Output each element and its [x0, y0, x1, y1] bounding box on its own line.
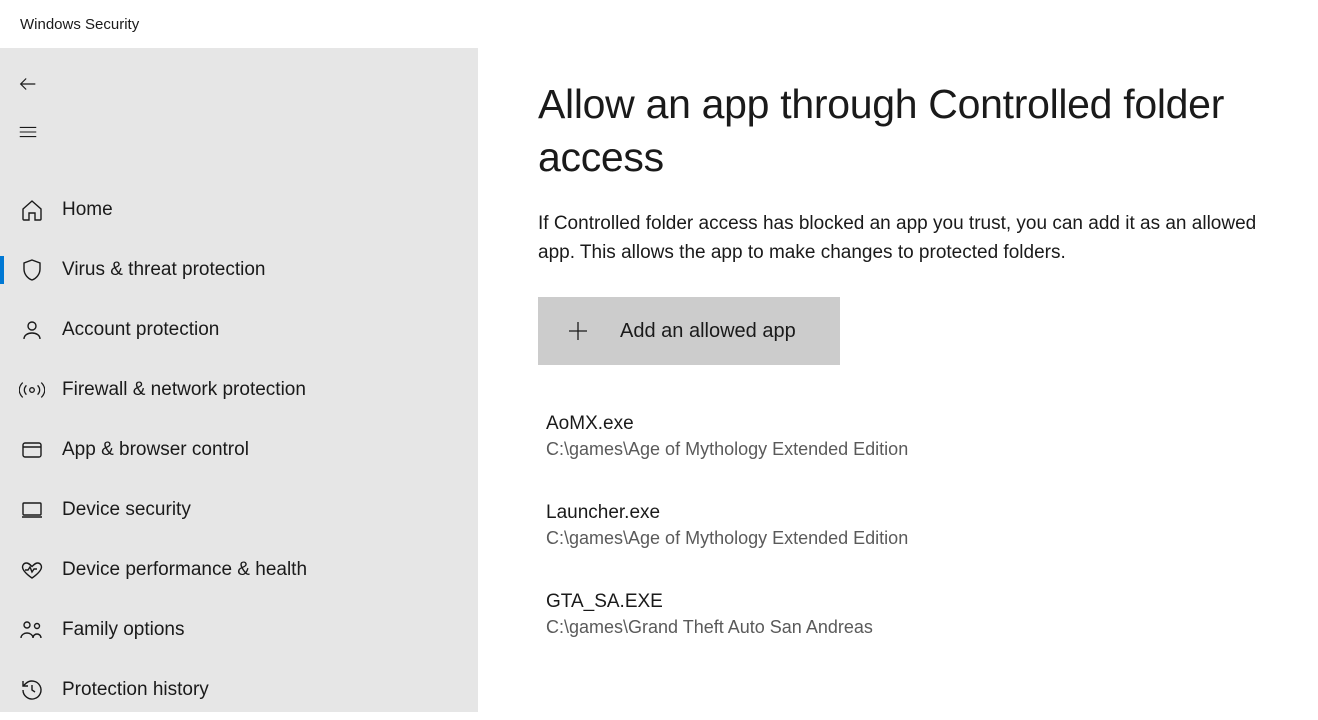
sidebar-item-label: Device performance & health	[62, 559, 307, 581]
main-content: Allow an app through Controlled folder a…	[478, 48, 1318, 712]
page-title: Allow an app through Controlled folder a…	[538, 78, 1270, 185]
app-path-label: C:\games\Grand Theft Auto San Andreas	[546, 617, 1270, 638]
add-allowed-app-button[interactable]: Add an allowed app	[538, 297, 840, 365]
heart-icon	[18, 556, 46, 584]
app-name-label: Launcher.exe	[546, 502, 1270, 524]
app-name-label: GTA_SA.EXE	[546, 591, 1270, 613]
sidebar-item-label: Protection history	[62, 679, 209, 701]
browser-icon	[18, 436, 46, 464]
back-button[interactable]	[4, 60, 52, 108]
hamburger-icon	[17, 121, 39, 143]
nav-list: Home Virus & threat protection Account p…	[0, 180, 478, 720]
app-path-label: C:\games\Age of Mythology Extended Editi…	[546, 439, 1270, 460]
list-item[interactable]: GTA_SA.EXE C:\games\Grand Theft Auto San…	[538, 591, 1270, 638]
shield-icon	[18, 256, 46, 284]
sidebar-item-virus-threat[interactable]: Virus & threat protection	[0, 240, 478, 300]
sidebar-item-performance[interactable]: Device performance & health	[0, 540, 478, 600]
sidebar-item-label: App & browser control	[62, 439, 249, 461]
titlebar: Windows Security	[0, 0, 1318, 48]
history-icon	[18, 676, 46, 704]
add-button-label: Add an allowed app	[620, 320, 796, 343]
family-icon	[18, 616, 46, 644]
plus-icon	[566, 319, 590, 343]
hamburger-menu-button[interactable]	[4, 108, 52, 156]
list-item[interactable]: Launcher.exe C:\games\Age of Mythology E…	[538, 502, 1270, 549]
allowed-apps-list: AoMX.exe C:\games\Age of Mythology Exten…	[538, 413, 1270, 638]
sidebar-item-account[interactable]: Account protection	[0, 300, 478, 360]
sidebar-item-history[interactable]: Protection history	[0, 660, 478, 720]
sidebar-item-app-browser[interactable]: App & browser control	[0, 420, 478, 480]
sidebar: Home Virus & threat protection Account p…	[0, 48, 478, 712]
sidebar-item-label: Family options	[62, 619, 185, 641]
back-arrow-icon	[17, 73, 39, 95]
sidebar-item-label: Home	[62, 199, 113, 221]
app-name-label: AoMX.exe	[546, 413, 1270, 435]
account-icon	[18, 316, 46, 344]
app-path-label: C:\games\Age of Mythology Extended Editi…	[546, 528, 1270, 549]
sidebar-item-device-security[interactable]: Device security	[0, 480, 478, 540]
sidebar-item-label: Firewall & network protection	[62, 379, 306, 401]
network-icon	[18, 376, 46, 404]
device-icon	[18, 496, 46, 524]
sidebar-item-home[interactable]: Home	[0, 180, 478, 240]
app-name-label: Windows Security	[20, 16, 139, 33]
sidebar-item-label: Virus & threat protection	[62, 259, 265, 281]
page-description: If Controlled folder access has blocked …	[538, 209, 1270, 268]
sidebar-item-label: Device security	[62, 499, 191, 521]
list-item[interactable]: AoMX.exe C:\games\Age of Mythology Exten…	[538, 413, 1270, 460]
home-icon	[18, 196, 46, 224]
sidebar-item-label: Account protection	[62, 319, 219, 341]
sidebar-item-firewall[interactable]: Firewall & network protection	[0, 360, 478, 420]
sidebar-item-family[interactable]: Family options	[0, 600, 478, 660]
